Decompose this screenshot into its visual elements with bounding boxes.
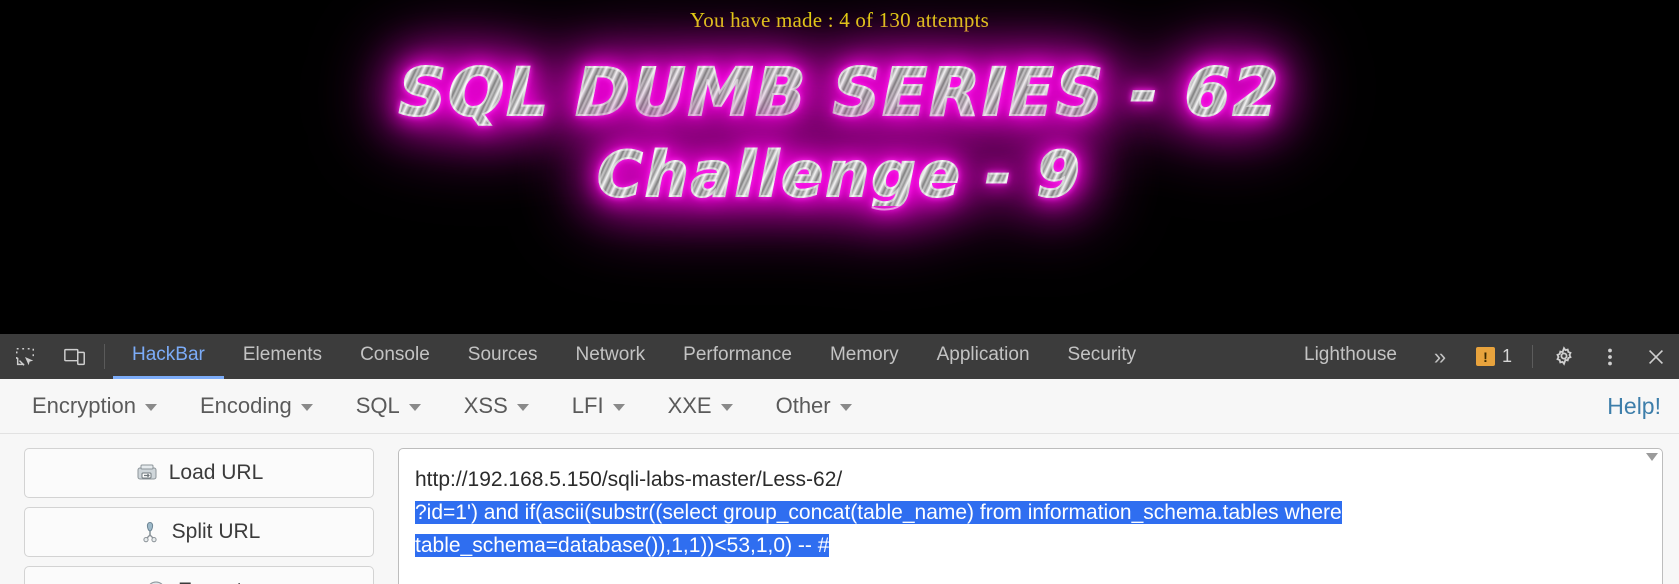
tab-label: Sources [467, 344, 538, 365]
title-line-1: SQL DUMB SERIES - 62 [0, 59, 1679, 127]
tab-label: Elements [242, 344, 323, 365]
tab-security[interactable]: Security [1049, 334, 1156, 379]
hackbar-actions: Load URL Split URL [24, 448, 374, 584]
tab-console[interactable]: Console [341, 334, 449, 379]
title-line-2: Challenge - 9 [0, 143, 1679, 207]
menu-lfi[interactable]: LFI [572, 393, 625, 419]
menu-label: LFI [571, 393, 604, 418]
menu-encryption[interactable]: Encryption [32, 393, 157, 419]
tab-application[interactable]: Application [918, 334, 1049, 379]
split-url-button[interactable]: Split URL [24, 507, 374, 557]
load-url-icon [137, 464, 157, 480]
execute-button[interactable]: Execute [24, 566, 374, 584]
url-line-text: ?id=1') and if(ascii(substr((select grou… [415, 501, 1342, 524]
tab-elements[interactable]: Elements [224, 334, 341, 379]
button-label: Split URL [171, 520, 261, 543]
devtools-tabbar: HackBar Elements Console Sources Network… [0, 334, 1679, 380]
chevron-down-icon [516, 404, 529, 411]
chevron-down-icon [300, 404, 313, 411]
url-line-selected: table_schema=database()),1,1))<53,1,0) -… [415, 529, 1646, 562]
menu-label: XXE [667, 393, 712, 418]
tab-label: Console [360, 344, 430, 365]
tab-label: Security [1067, 344, 1137, 365]
chevron-down-icon [408, 404, 421, 411]
tabbar-spacer [1155, 334, 1285, 379]
menu-label: Other [775, 393, 831, 418]
more-tabs-icon[interactable]: » [1416, 334, 1464, 379]
button-label: Execute [178, 579, 254, 584]
tabbar-divider-right [1532, 345, 1533, 368]
target-page: You have made : 4 of 130 attempts SQL DU… [0, 0, 1679, 334]
settings-gear-icon[interactable] [1541, 334, 1587, 379]
button-label: Load URL [168, 461, 264, 484]
close-devtools-icon[interactable] [1633, 334, 1679, 379]
tab-label: Performance [683, 344, 792, 365]
chevron-down-icon [612, 404, 625, 411]
tab-label: Memory [829, 344, 899, 365]
page-title: SQL DUMB SERIES - 62 Challenge - 9 [0, 59, 1679, 207]
warning-indicator[interactable]: ! 1 [1464, 334, 1524, 379]
device-toolbar-icon[interactable] [50, 334, 100, 379]
tab-label: HackBar [132, 344, 205, 365]
tab-label: Lighthouse [1304, 344, 1397, 365]
menu-other[interactable]: Other [776, 393, 852, 419]
devtools-panel: HackBar Elements Console Sources Network… [0, 334, 1679, 584]
menu-label: XSS [463, 393, 508, 418]
tab-label: Application [936, 344, 1030, 365]
hackbar-menubar: Encryption Encoding SQL XSS LFI XXE Othe… [0, 379, 1679, 434]
scroll-caret-icon [1646, 453, 1658, 461]
hackbar-body: Load URL Split URL http://192.168.5.150/… [0, 434, 1679, 584]
more-options-icon[interactable] [1587, 334, 1633, 379]
load-url-button[interactable]: Load URL [24, 448, 374, 498]
help-link[interactable]: Help! [1607, 393, 1661, 420]
tab-network[interactable]: Network [556, 334, 664, 379]
tab-performance[interactable]: Performance [664, 334, 811, 379]
tab-lighthouse[interactable]: Lighthouse [1285, 334, 1416, 379]
url-input[interactable]: http://192.168.5.150/sqli-labs-master/Le… [398, 448, 1663, 584]
chevron-down-icon [839, 404, 852, 411]
split-url-icon [143, 521, 157, 543]
hackbar-url-area: http://192.168.5.150/sqli-labs-master/Le… [398, 448, 1663, 584]
url-line-text: table_schema=database()),1,1))<53,1,0) -… [415, 534, 830, 557]
hackbar-panel: Encryption Encoding SQL XSS LFI XXE Othe… [0, 379, 1679, 584]
tab-hackbar[interactable]: HackBar [113, 334, 224, 379]
execute-icon [149, 581, 163, 584]
inspect-element-icon[interactable] [0, 334, 50, 379]
warning-count: 1 [1501, 346, 1512, 366]
tab-memory[interactable]: Memory [811, 334, 918, 379]
tab-label: Network [575, 344, 646, 365]
attempts-counter: You have made : 4 of 130 attempts [689, 8, 989, 32]
menu-label: Encryption [32, 393, 136, 418]
chevron-down-icon [144, 404, 157, 411]
url-line: http://192.168.5.150/sqli-labs-master/Le… [415, 468, 843, 491]
tab-sources[interactable]: Sources [449, 334, 557, 379]
warning-icon: ! [1475, 347, 1495, 366]
menu-xss[interactable]: XSS [464, 393, 529, 419]
menu-label: SQL [355, 393, 400, 418]
screen: You have made : 4 of 130 attempts SQL DU… [0, 0, 1679, 584]
menu-label: Encoding [199, 393, 292, 418]
menu-encoding[interactable]: Encoding [200, 393, 313, 419]
url-line-selected: ?id=1') and if(ascii(substr((select grou… [415, 496, 1646, 529]
chevron-down-icon [720, 404, 733, 411]
tabbar-divider [104, 344, 105, 369]
menu-xxe[interactable]: XXE [668, 393, 733, 419]
menu-sql[interactable]: SQL [356, 393, 421, 419]
